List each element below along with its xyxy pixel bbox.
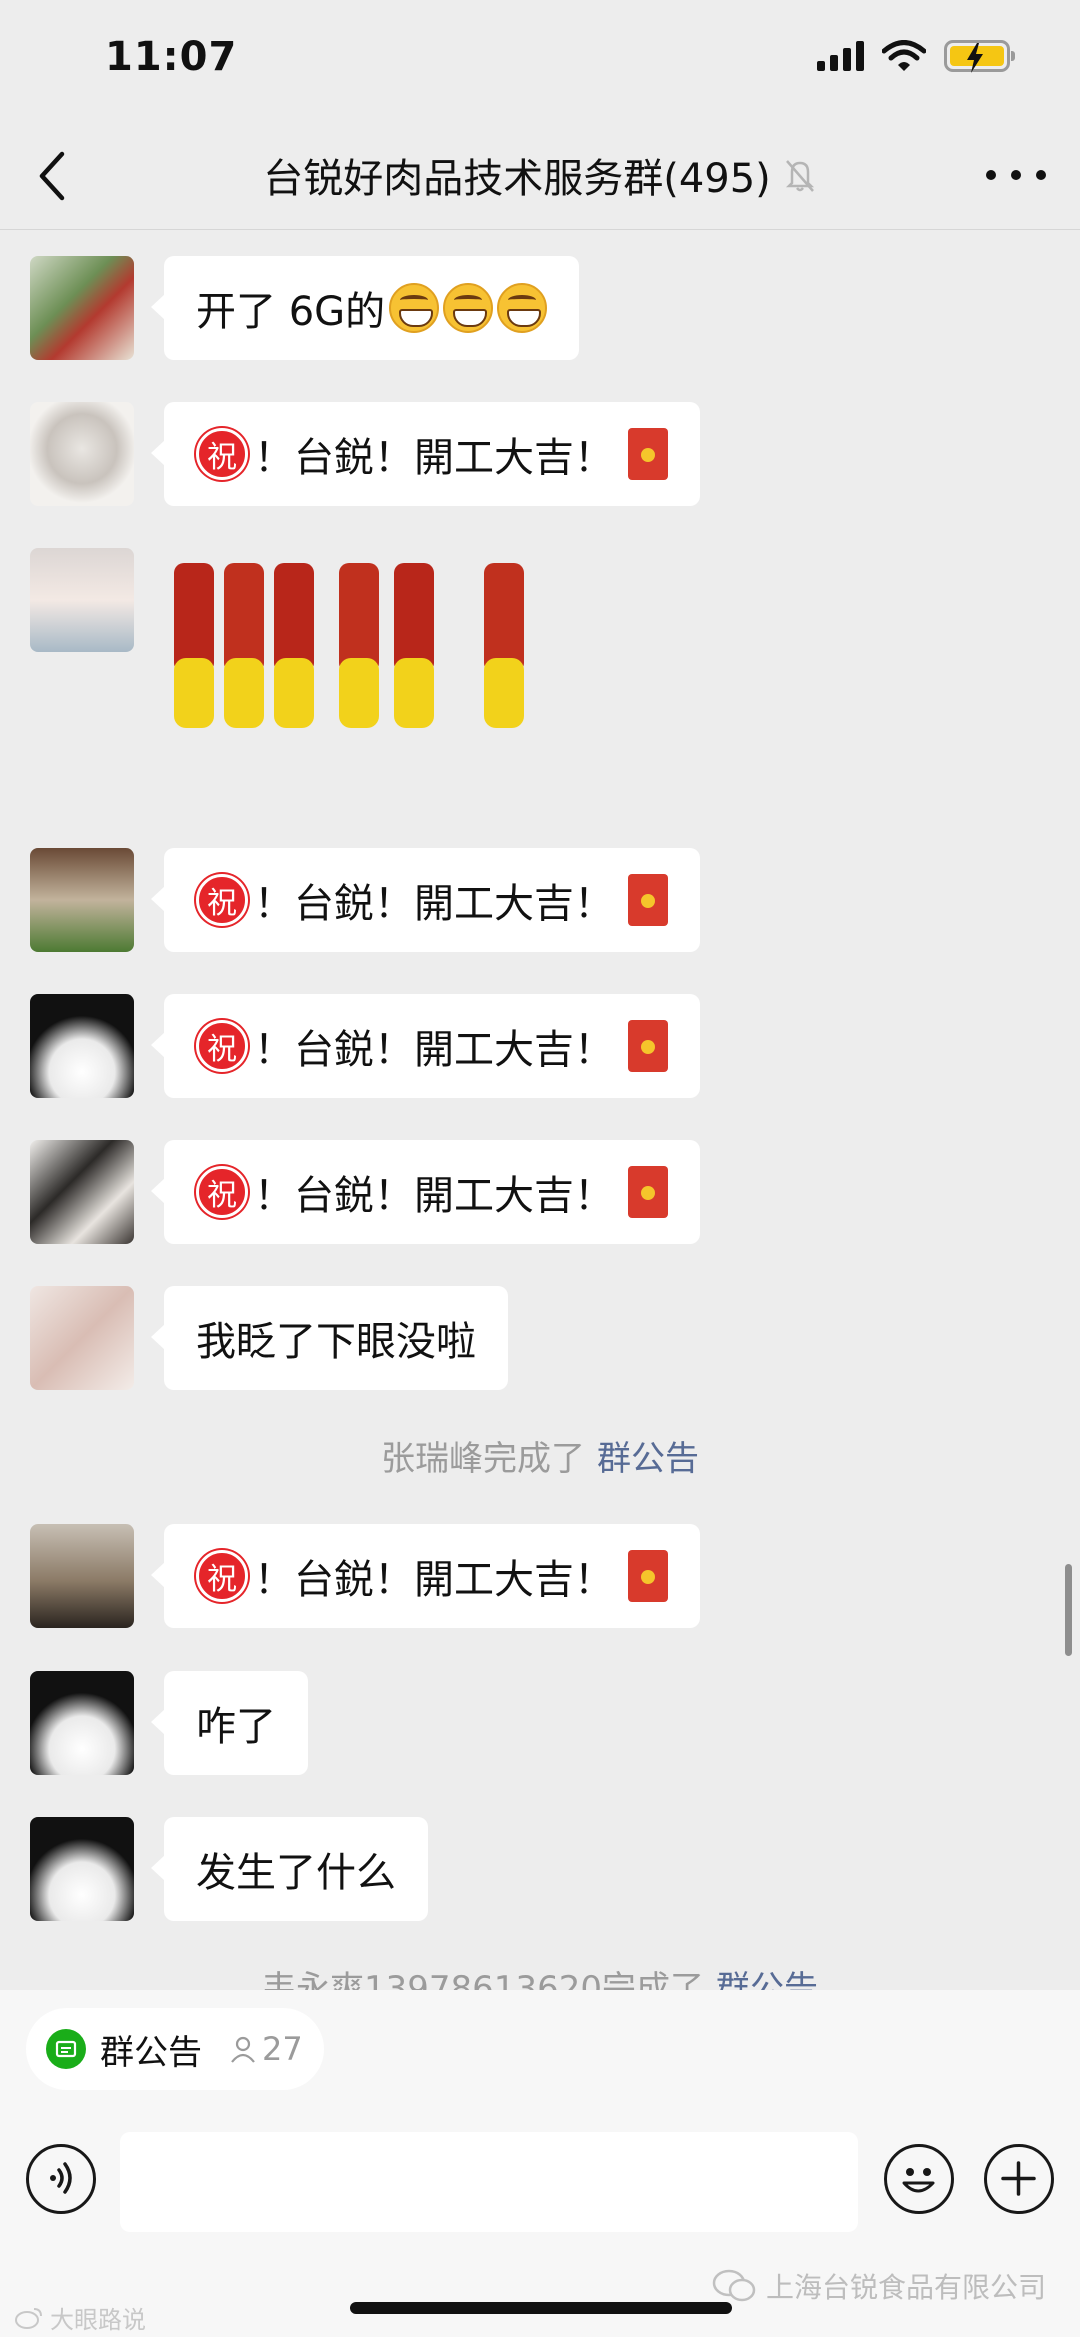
message-row: 祝 ！台鋭！開工大吉！ xyxy=(30,1524,700,1628)
dot-icon xyxy=(1011,170,1021,180)
message-bubble[interactable]: 发生了什么 xyxy=(151,1817,428,1921)
message-text: 开了 6G的 xyxy=(196,289,386,335)
group-notice-link[interactable]: 群公告 xyxy=(716,1969,818,1991)
group-name: 台锐好肉品技术服务群(495) xyxy=(263,156,771,202)
message-bubble[interactable]: 祝 ！台鋭！開工大吉！ xyxy=(151,402,700,506)
message-text: 我眨了下眼没啦 xyxy=(196,1319,476,1365)
message-bubble[interactable]: 祝 ！台鋭！開工大吉！ xyxy=(151,1140,700,1244)
dot-icon xyxy=(986,170,996,180)
message-text: 发生了什么 xyxy=(196,1850,396,1896)
message-row: 祝 ！台鋭！開工大吉！ xyxy=(30,848,700,952)
avatar[interactable] xyxy=(30,402,134,506)
zhu-blessing-icon: 祝 xyxy=(196,1166,248,1218)
message-row: 发生了什么 xyxy=(30,1817,428,1921)
red-envelope-icon xyxy=(628,874,668,926)
avatar[interactable] xyxy=(30,1286,134,1390)
avatar[interactable] xyxy=(30,548,134,652)
nav-bar: 台锐好肉品技术服务群(495) xyxy=(0,120,1080,230)
group-notice-link[interactable]: 群公告 xyxy=(597,1439,699,1479)
message-row: 祝 ！台鋭！開工大吉！ xyxy=(30,994,700,1098)
message-bubble[interactable]: 祝 ！台鋭！開工大吉！ xyxy=(151,848,700,952)
red-envelope-icon xyxy=(628,1020,668,1072)
zhu-blessing-icon: 祝 xyxy=(196,428,248,480)
firecracker-sticker[interactable] xyxy=(164,548,524,748)
system-notice: 张瑞峰完成了 群公告 xyxy=(0,1431,1080,1480)
wechat-icon xyxy=(712,2269,756,2302)
mute-bell-icon xyxy=(785,160,814,192)
voice-input-button[interactable] xyxy=(26,2144,96,2214)
status-time: 11:07 xyxy=(105,34,238,80)
person-icon xyxy=(231,2036,255,2063)
message-text: ！台鋭！開工大吉！ xyxy=(254,435,614,481)
zhu-blessing-icon: 祝 xyxy=(196,1020,248,1072)
cellular-signal-icon xyxy=(817,41,864,71)
home-indicator[interactable] xyxy=(350,2302,732,2314)
watermark-source: 大眼路说 xyxy=(14,2300,146,2335)
message-bubble[interactable]: 开了 6G的 xyxy=(150,256,580,360)
message-row xyxy=(30,548,524,748)
more-functions-button[interactable] xyxy=(984,2144,1054,2214)
plus-icon xyxy=(1001,2161,1036,2196)
message-text: ！台鋭！開工大吉！ xyxy=(254,1173,614,1219)
zhu-blessing-icon: 祝 xyxy=(196,1550,248,1602)
avatar[interactable] xyxy=(30,848,134,952)
message-bubble[interactable]: 祝 ！台鋭！開工大吉！ xyxy=(151,1524,700,1628)
avatar[interactable] xyxy=(30,1524,134,1628)
chat-area[interactable]: 开了 6G的 祝 ！台鋭！開工大吉！ 祝 ！台鋭！開工大吉！ 祝 ！台鋭！開工大… xyxy=(0,231,1080,1991)
message-row: 祝 ！台鋭！開工大吉！ xyxy=(30,1140,700,1244)
message-row: 祝 ！台鋭！開工大吉！ xyxy=(30,402,700,506)
watermark-company: 上海台锐食品有限公司 xyxy=(712,2266,1046,2306)
avatar[interactable] xyxy=(30,1671,134,1775)
message-text: ！台鋭！開工大吉！ xyxy=(254,881,614,927)
message-bubble[interactable]: 祝 ！台鋭！開工大吉！ xyxy=(151,994,700,1098)
zhu-blessing-icon: 祝 xyxy=(196,874,248,926)
message-bubble[interactable]: 我眨了下眼没啦 xyxy=(151,1286,508,1390)
firecracker-icon xyxy=(174,563,524,728)
weibo-icon xyxy=(15,2307,42,2329)
dot-icon xyxy=(1036,170,1046,180)
chat-title: 台锐好肉品技术服务群(495) xyxy=(0,146,1080,204)
avatar[interactable] xyxy=(30,994,134,1098)
status-icons xyxy=(817,40,1015,73)
grin-emoji-icon xyxy=(389,283,440,333)
bottom-panel: 群公告 27 上海台锐食品有限公司 xyxy=(0,1990,1080,2337)
input-bar xyxy=(0,2132,1080,2242)
red-envelope-icon xyxy=(628,428,668,480)
voice-icon xyxy=(50,2162,72,2194)
red-envelope-icon xyxy=(628,1166,668,1218)
message-row: 咋了 xyxy=(30,1671,308,1775)
system-notice-text: 张瑞峰完成了 xyxy=(381,1439,585,1479)
wifi-icon xyxy=(882,40,926,71)
status-bar: 11:07 xyxy=(0,0,1080,120)
grin-emoji-icon xyxy=(497,283,548,333)
message-text: 咋了 xyxy=(196,1704,276,1750)
group-notice-chip[interactable]: 群公告 27 xyxy=(26,2008,324,2090)
message-text: ！台鋭！開工大吉！ xyxy=(254,1027,614,1073)
message-row: 开了 6G的 xyxy=(30,256,580,360)
battery-icon xyxy=(944,40,1015,73)
smiley-icon xyxy=(902,2168,935,2193)
message-text: ！台鋭！開工大吉！ xyxy=(254,1557,614,1603)
more-options-button[interactable] xyxy=(986,160,1046,190)
avatar[interactable] xyxy=(30,256,134,360)
avatar[interactable] xyxy=(30,1817,134,1921)
message-row: 我眨了下眼没啦 xyxy=(30,1286,508,1390)
notice-read-count: 27 xyxy=(228,2030,303,2068)
notice-label: 群公告 xyxy=(100,2032,202,2073)
notice-icon xyxy=(46,2029,86,2069)
emoji-button[interactable] xyxy=(884,2144,954,2214)
message-bubble[interactable]: 咋了 xyxy=(151,1671,308,1775)
system-notice: 韦永爽13978613620完成了 群公告 xyxy=(0,1961,1080,1991)
message-input[interactable] xyxy=(120,2132,858,2232)
scrollbar[interactable] xyxy=(1065,1564,1072,1656)
grin-emoji-icon xyxy=(443,283,494,333)
system-notice-text: 韦永爽13978613620完成了 xyxy=(262,1969,704,1991)
red-envelope-icon xyxy=(628,1550,668,1602)
avatar[interactable] xyxy=(30,1140,134,1244)
